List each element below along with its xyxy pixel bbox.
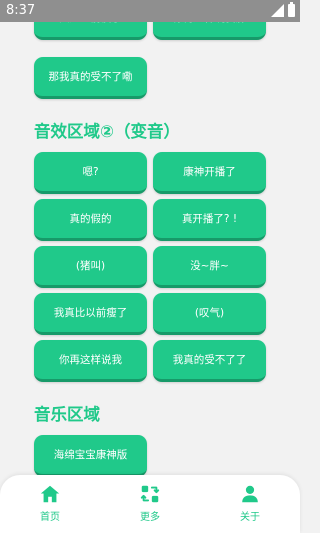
sound-button[interactable]: 我真的受不了了 — [153, 340, 266, 382]
sound-button[interactable]: (叹气) — [153, 293, 266, 335]
nav-label: 关于 — [240, 512, 260, 523]
sound-button[interactable]: (猪叫) — [34, 246, 147, 288]
sound-button[interactable]: 真开播了? ! — [153, 199, 266, 241]
battery-icon — [288, 2, 295, 17]
nav-label: 更多 — [140, 512, 160, 523]
section-title-music: 音乐区域 — [34, 405, 100, 424]
sound-button[interactable]: 真的假的 — [34, 199, 147, 241]
signal-icon — [271, 4, 284, 17]
person-icon — [242, 485, 258, 503]
nav-label: 首页 — [40, 512, 60, 523]
sound-button[interactable]: 康神开播了 — [153, 152, 266, 194]
bottom-navigation: 首页 更多 关于 — [0, 475, 300, 533]
nav-about[interactable]: 关于 — [220, 483, 280, 523]
home-icon — [40, 485, 60, 503]
status-time: 8:37 — [6, 3, 36, 18]
sound-button[interactable]: 我真比以前瘦了 — [34, 293, 147, 335]
swap-icon — [140, 485, 160, 503]
sound-button[interactable]: 你再这样说我 — [34, 340, 147, 382]
section-title-voice-change: 音效区域②（变音） — [34, 122, 180, 141]
sound-button[interactable]: 嗯? — [34, 152, 147, 194]
sound-button[interactable]: 那我真的受不了嘞 — [34, 57, 147, 99]
status-bar: 8:37 — [0, 0, 300, 22]
sound-button[interactable]: 没~胖~ — [153, 246, 266, 288]
sound-board-content: 真比以前瘦了 你再这样说我胖 那我真的受不了嘞 音效区域②（变音） 嗯? 康神开… — [0, 0, 300, 533]
music-button[interactable]: 海绵宝宝康神版 — [34, 435, 147, 477]
status-icons — [271, 2, 295, 17]
nav-more[interactable]: 更多 — [120, 483, 180, 523]
nav-home[interactable]: 首页 — [20, 483, 80, 523]
